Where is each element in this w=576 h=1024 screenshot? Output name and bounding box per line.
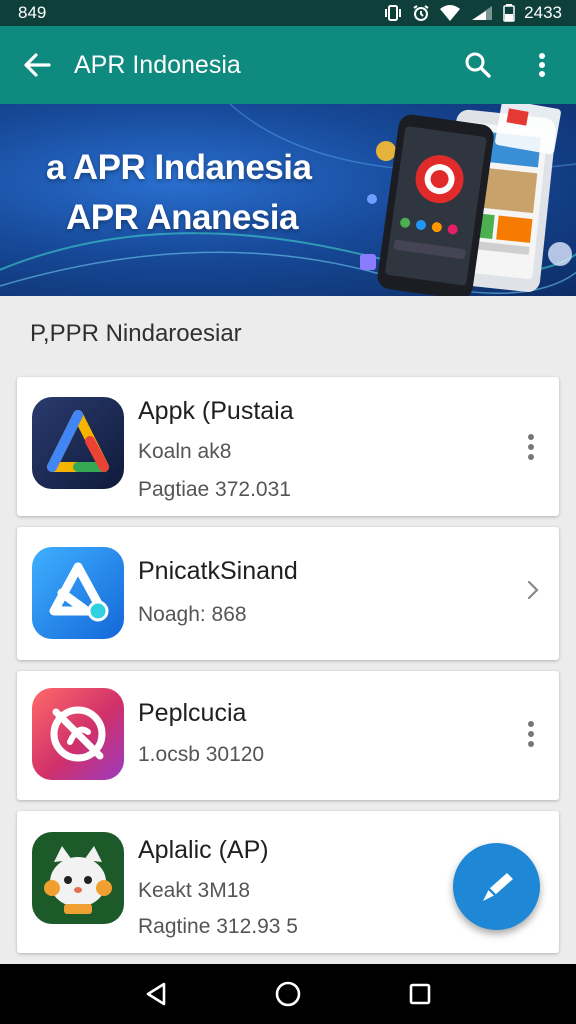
system-nav-bar	[0, 964, 576, 1024]
overflow-menu-button[interactable]	[522, 45, 562, 85]
app-icon-triangle	[32, 397, 124, 489]
search-icon	[465, 52, 491, 78]
status-bar: 849 2433	[0, 0, 576, 26]
app-card[interactable]: PnicatkSinand Noagh: 868	[17, 527, 559, 660]
app-name: Peplcucia	[138, 699, 247, 727]
app-bar: APR Indonesia	[0, 26, 576, 104]
app-icon-target	[32, 688, 124, 780]
nav-recents-button[interactable]	[395, 969, 445, 1019]
chevron-right-icon	[527, 580, 539, 600]
more-vert-icon	[528, 434, 534, 460]
search-button[interactable]	[458, 45, 498, 85]
banner-subheadline: APR Ananesia	[66, 198, 298, 237]
status-time-right: 2433	[524, 3, 562, 22]
more-vert-icon	[528, 721, 534, 747]
nav-recents-icon	[409, 983, 431, 1005]
nav-back-button[interactable]	[131, 969, 181, 1019]
back-button[interactable]	[18, 46, 56, 84]
signal-icon	[472, 6, 493, 20]
status-time-left: 849	[18, 3, 47, 22]
vibrate-icon	[385, 5, 402, 21]
app-meta: 1.ocsb 30120	[138, 743, 265, 766]
floating-action-button[interactable]	[453, 843, 540, 930]
nav-back-icon	[146, 982, 166, 1006]
banner-headline: a APR Indanesia	[46, 148, 312, 187]
app-name: Aplalic (AP)	[138, 836, 269, 864]
edit-icon	[482, 872, 513, 901]
app-menu-button[interactable]	[519, 427, 543, 467]
app-meta: Noagh: 868	[138, 603, 247, 626]
app-icon-cat	[32, 832, 124, 924]
section-title: P,PPR Nindaroesiar	[30, 320, 242, 347]
app-meta: Koaln ak8	[138, 440, 232, 463]
back-arrow-icon	[24, 53, 51, 77]
promo-banner[interactable]: a APR Indanesia APR Ananesia	[0, 104, 576, 296]
more-vert-icon	[539, 53, 545, 77]
app-card[interactable]: Appk (Pustaia Koaln ak8 Pagtiae 372.031	[17, 377, 559, 516]
nav-home-icon	[275, 981, 301, 1007]
app-meta: Keakt 3M18	[138, 879, 251, 902]
app-menu-button[interactable]	[519, 714, 543, 754]
app-name: PnicatkSinand	[138, 557, 298, 585]
app-open-button[interactable]	[521, 570, 545, 610]
nav-home-button[interactable]	[263, 969, 313, 1019]
app-icon-arrow	[32, 547, 124, 639]
app-name: Appk (Pustaia	[138, 397, 294, 425]
status-icons: 2433	[383, 3, 562, 23]
alarm-icon	[413, 5, 429, 21]
app-meta-secondary: Ragtine 312.93 5	[138, 915, 298, 938]
wifi-icon	[440, 5, 461, 21]
app-card[interactable]: Peplcucia 1.ocsb 30120	[17, 671, 559, 800]
app-meta-secondary: Pagtiae 372.031	[138, 478, 291, 501]
page-title: APR Indonesia	[74, 50, 241, 79]
battery-icon	[503, 4, 515, 22]
